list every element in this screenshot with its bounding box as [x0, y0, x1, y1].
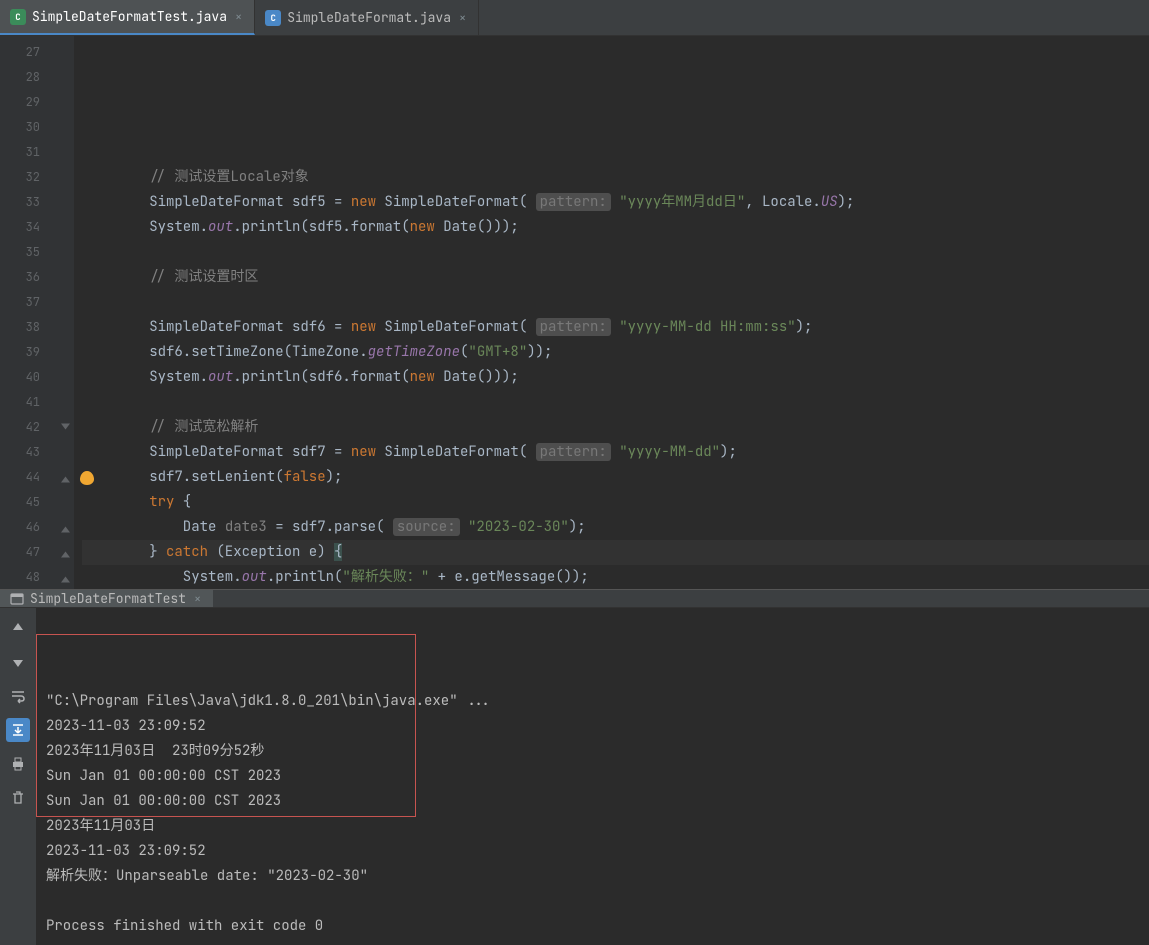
console-line: 解析失败：Unparseable date: "2023-02-30" [46, 864, 1139, 889]
line-number[interactable]: 38 [0, 315, 74, 340]
run-tab-bar: SimpleDateFormatTest × [0, 590, 1149, 608]
console-line: 2023年11月03日 23时09分52秒 [46, 739, 1139, 764]
fold-close-icon[interactable] [61, 523, 70, 532]
code-area[interactable]: // 测试设置Locale对象 SimpleDateFormat sdf5 = … [74, 36, 1149, 589]
code-line[interactable]: SimpleDateFormat sdf7 = new SimpleDateFo… [82, 440, 1149, 465]
line-number[interactable]: 48 [0, 565, 74, 589]
run-tab-label: SimpleDateFormatTest [30, 590, 186, 607]
line-number[interactable]: 46 [0, 515, 74, 540]
code-line[interactable]: // 测试设置时区 [82, 265, 1149, 290]
code-line[interactable] [82, 240, 1149, 265]
console-output[interactable]: "C:\Program Files\Java\jdk1.8.0_201\bin\… [36, 608, 1149, 945]
console-line: Process finished with exit code 0 [46, 914, 1139, 939]
line-number[interactable]: 27 [0, 40, 74, 65]
close-icon[interactable]: × [192, 591, 203, 607]
console-line: 2023年11月03日 [46, 814, 1139, 839]
line-number[interactable]: 44 [0, 465, 74, 490]
editor-tab[interactable]: C SimpleDateFormatTest.java × [0, 0, 255, 35]
line-number[interactable]: 36 [0, 265, 74, 290]
code-line[interactable]: Date date3 = sdf7.parse( source: "2023-0… [82, 515, 1149, 540]
code-line[interactable] [82, 390, 1149, 415]
code-line[interactable]: } catch (Exception e) { [82, 540, 1149, 565]
console-line [46, 889, 1139, 914]
editor-tab[interactable]: C SimpleDateFormat.java × [255, 0, 479, 35]
line-number[interactable]: 33 [0, 190, 74, 215]
line-number[interactable]: 30 [0, 115, 74, 140]
line-number[interactable]: 29 [0, 90, 74, 115]
line-number[interactable]: 39 [0, 340, 74, 365]
line-number[interactable]: 47 [0, 540, 74, 565]
code-line[interactable]: sdf6.setTimeZone(TimeZone.getTimeZone("G… [82, 340, 1149, 365]
soft-wrap-icon[interactable] [6, 684, 30, 708]
code-line[interactable]: System.out.println(sdf5.format(new Date(… [82, 215, 1149, 240]
code-line[interactable] [82, 115, 1149, 140]
line-number[interactable]: 43 [0, 440, 74, 465]
close-icon[interactable]: × [457, 10, 468, 26]
line-number[interactable]: 31 [0, 140, 74, 165]
editor: 2728293031323334353637383940414243444546… [0, 36, 1149, 589]
code-line[interactable]: System.out.println(sdf6.format(new Date(… [82, 365, 1149, 390]
line-number[interactable]: 45 [0, 490, 74, 515]
scroll-end-icon[interactable] [6, 718, 30, 742]
class-icon: C [265, 10, 281, 26]
code-line[interactable]: SimpleDateFormat sdf5 = new SimpleDateFo… [82, 190, 1149, 215]
run-tool-window: SimpleDateFormatTest × "C:\Program Files… [0, 589, 1149, 875]
line-number[interactable]: 41 [0, 390, 74, 415]
console-line: 2023-11-03 23:09:52 [46, 839, 1139, 864]
line-number[interactable]: 28 [0, 65, 74, 90]
line-number[interactable]: 32 [0, 165, 74, 190]
fold-close-icon[interactable] [61, 548, 70, 557]
print-icon[interactable] [6, 752, 30, 776]
tab-label: SimpleDateFormat.java [287, 9, 451, 26]
trash-icon[interactable] [6, 786, 30, 810]
code-line[interactable] [82, 290, 1149, 315]
line-number[interactable]: 40 [0, 365, 74, 390]
code-line[interactable]: try { [82, 490, 1149, 515]
code-line[interactable]: // 测试设置Locale对象 [82, 165, 1149, 190]
editor-tab-bar: C SimpleDateFormatTest.java × C SimpleDateFo… [0, 0, 1149, 36]
fold-close-icon[interactable] [61, 473, 70, 482]
tab-label: SimpleDateFormatTest.java [32, 8, 227, 25]
line-number[interactable]: 34 [0, 215, 74, 240]
close-icon[interactable]: × [233, 9, 244, 25]
console-line: 2023-11-03 23:09:52 [46, 714, 1139, 739]
console-line: Sun Jan 01 00:00:00 CST 2023 [46, 764, 1139, 789]
line-number-gutter: 2728293031323334353637383940414243444546… [0, 36, 74, 589]
up-arrow-icon[interactable] [6, 616, 30, 640]
code-line[interactable] [82, 140, 1149, 165]
code-line[interactable]: System.out.println("解析失败：" + e.getMessag… [82, 565, 1149, 589]
console-line: Sun Jan 01 00:00:00 CST 2023 [46, 789, 1139, 814]
fold-close-icon[interactable] [61, 573, 70, 582]
run-body: "C:\Program Files\Java\jdk1.8.0_201\bin\… [0, 608, 1149, 945]
line-number[interactable]: 42 [0, 415, 74, 440]
code-line[interactable]: sdf7.setLenient(false); [82, 465, 1149, 490]
line-number[interactable]: 35 [0, 240, 74, 265]
console-line: "C:\Program Files\Java\jdk1.8.0_201\bin\… [46, 689, 1139, 714]
code-line[interactable]: SimpleDateFormat sdf6 = new SimpleDateFo… [82, 315, 1149, 340]
down-arrow-icon[interactable] [6, 650, 30, 674]
run-tab[interactable]: SimpleDateFormatTest × [0, 590, 213, 607]
run-toolbar [0, 608, 36, 945]
test-class-icon: C [10, 9, 26, 25]
fold-open-icon[interactable] [61, 423, 70, 432]
line-number[interactable]: 37 [0, 290, 74, 315]
code-line[interactable]: // 测试宽松解析 [82, 415, 1149, 440]
run-config-icon [10, 592, 24, 606]
